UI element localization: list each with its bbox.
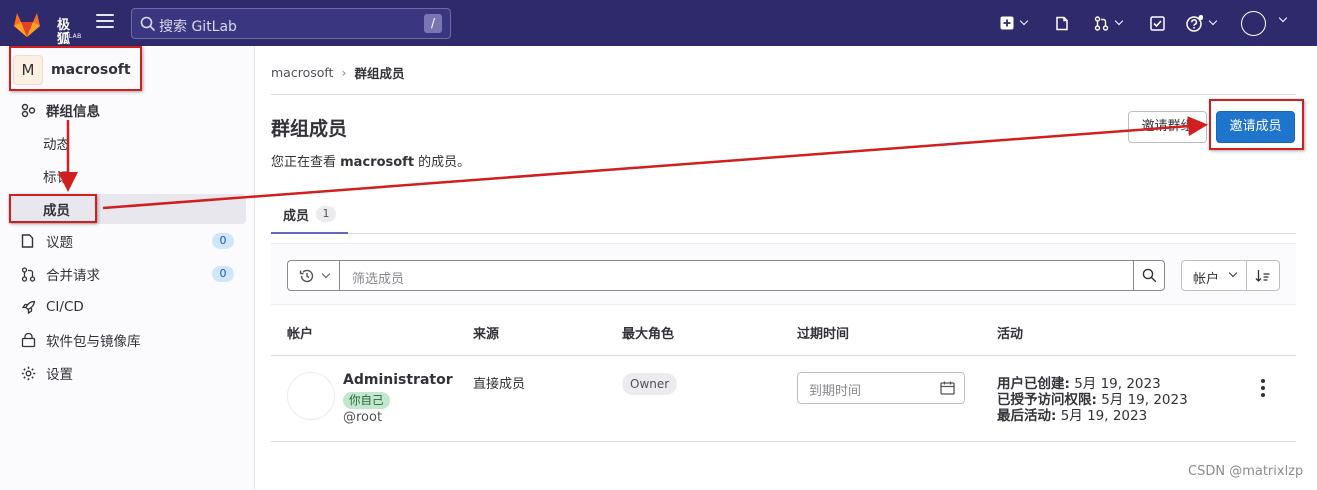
member-username: @root bbox=[343, 410, 383, 425]
sort-dropdown[interactable]: 帐户 bbox=[1181, 260, 1280, 291]
breadcrumb: macrosoft › 群组成员 bbox=[271, 63, 404, 82]
search-icon bbox=[140, 16, 156, 32]
sidebar-item-label: 议题 bbox=[46, 235, 73, 251]
sidebar-item-label: 软件包与镜像库 bbox=[46, 334, 141, 350]
top-navbar: 极狐 GITLAB 搜索 GitLab / bbox=[0, 0, 1317, 47]
rocket-icon bbox=[20, 299, 36, 315]
expiration-placeholder: 到期时间 bbox=[809, 384, 862, 399]
more-actions-icon[interactable] bbox=[1260, 379, 1266, 397]
column-header-max-role[interactable]: 最大角色 bbox=[622, 323, 674, 342]
search-placeholder: 搜索 GitLab bbox=[159, 19, 237, 35]
gitlab-logo[interactable]: 极狐 GITLAB bbox=[12, 9, 81, 47]
sidebar-item-packages[interactable]: 软件包与镜像库 bbox=[8, 325, 246, 355]
merge-request-icon bbox=[1094, 15, 1109, 31]
sidebar-item-cicd[interactable]: CI/CD bbox=[8, 292, 246, 322]
column-header-account[interactable]: 帐户 bbox=[287, 323, 313, 342]
avatar[interactable] bbox=[287, 372, 335, 420]
gear-icon bbox=[20, 365, 36, 381]
desc-suffix: 的成员。 bbox=[414, 155, 471, 170]
group-info-icon bbox=[20, 102, 36, 118]
issues-icon bbox=[1056, 16, 1068, 30]
tab-label: 成员 bbox=[283, 208, 310, 224]
breadcrumb-group-link[interactable]: macrosoft bbox=[271, 65, 333, 80]
sidebar-item-label: 动态 bbox=[43, 137, 70, 153]
annotation-box-invite bbox=[1209, 99, 1304, 150]
activity-last-value: 5月 19, 2023 bbox=[1060, 408, 1148, 424]
merge-request-icon bbox=[20, 266, 36, 282]
help-dropdown[interactable] bbox=[1186, 13, 1218, 33]
activity-last-label: 最后活动: bbox=[997, 408, 1057, 424]
invite-group-button[interactable]: 邀请群组 bbox=[1128, 111, 1207, 143]
sidebar-item-labels[interactable]: 标记 bbox=[8, 161, 246, 191]
sidebar-item-label: 合并请求 bbox=[46, 268, 100, 284]
breadcrumb-current[interactable]: 群组成员 bbox=[354, 63, 404, 82]
divider bbox=[271, 94, 1296, 95]
column-header-activity: 活动 bbox=[997, 327, 1024, 342]
filter-bar: 筛选成员 帐户 bbox=[271, 243, 1296, 305]
tab-members[interactable]: 成员 1 bbox=[271, 196, 348, 234]
annotation-arrow-to-invite bbox=[102, 116, 1208, 210]
filter-placeholder: 筛选成员 bbox=[352, 272, 405, 287]
page-description: 您正在查看 macrosoft 的成员。 bbox=[271, 151, 470, 170]
sidebar-item-label: CI/CD bbox=[46, 299, 84, 315]
sort-direction-button[interactable] bbox=[1246, 261, 1279, 290]
merge-requests-dropdown[interactable] bbox=[1094, 13, 1124, 33]
chevron-down-icon bbox=[1228, 268, 1238, 278]
table-divider bbox=[271, 441, 1296, 442]
fox-logo-icon bbox=[14, 13, 40, 37]
todo-icon bbox=[1150, 15, 1165, 31]
its-you-badge: 你自己 bbox=[343, 392, 390, 409]
issues-count-badge: 0 bbox=[212, 233, 234, 249]
search-shortcut-key: / bbox=[424, 14, 442, 33]
user-avatar-icon[interactable] bbox=[1241, 11, 1266, 36]
table-divider bbox=[271, 355, 1296, 356]
sidebar-item-activity[interactable]: 动态 bbox=[8, 128, 246, 158]
plus-square-icon bbox=[1000, 16, 1014, 30]
help-icon bbox=[1186, 14, 1203, 32]
sort-label: 帐户 bbox=[1193, 272, 1220, 287]
desc-group-name: macrosoft bbox=[340, 155, 415, 170]
brand-sub: GITLAB bbox=[57, 33, 82, 40]
tab-count-badge: 1 bbox=[316, 206, 337, 222]
activity-last: 最后活动: 5月 19, 2023 bbox=[997, 404, 1147, 424]
sidebar-item-merge-requests[interactable]: 合并请求 0 bbox=[8, 259, 246, 289]
sidebar-item-label: 群组信息 bbox=[46, 104, 100, 120]
expiration-date-picker[interactable]: 到期时间 bbox=[797, 372, 965, 404]
breadcrumb-separator: › bbox=[341, 65, 347, 80]
todos-shortcut[interactable] bbox=[1150, 13, 1165, 33]
member-source: 直接成员 bbox=[473, 377, 526, 392]
chevron-down-icon[interactable] bbox=[1278, 13, 1288, 23]
desc-prefix: 您正在查看 bbox=[271, 155, 341, 170]
filter-search-button[interactable] bbox=[1133, 261, 1164, 290]
sidebar-item-settings[interactable]: 设置 bbox=[8, 358, 246, 388]
page-title: 群组成员 bbox=[271, 118, 348, 140]
calendar-icon bbox=[940, 381, 955, 395]
chevron-down-icon bbox=[321, 269, 330, 278]
sidebar-item-group-info[interactable]: 群组信息 bbox=[8, 95, 246, 125]
column-header-expiration: 过期时间 bbox=[797, 327, 850, 342]
merge-requests-count-badge: 0 bbox=[212, 266, 234, 282]
issues-shortcut[interactable] bbox=[1055, 13, 1070, 33]
role-badge: Owner bbox=[622, 373, 678, 395]
annotation-box-group bbox=[9, 46, 142, 91]
sidebar-item-label: 标记 bbox=[43, 170, 70, 186]
sidebar-item-issues[interactable]: 议题 0 bbox=[8, 226, 246, 256]
recent-searches-dropdown[interactable] bbox=[288, 261, 340, 290]
tabs-divider bbox=[271, 233, 1296, 234]
sidebar: M macrosoft 群组信息 动态 标记 成员 议题 0 合并请求 0 CI… bbox=[0, 46, 255, 490]
history-icon bbox=[299, 269, 313, 282]
search-input[interactable]: 搜索 GitLab / bbox=[131, 8, 451, 39]
package-icon bbox=[20, 332, 36, 348]
watermark: CSDN @matrixlzp bbox=[1188, 464, 1304, 479]
member-name[interactable]: Administrator bbox=[343, 372, 453, 388]
sidebar-item-label: 设置 bbox=[46, 367, 73, 383]
column-header-source: 来源 bbox=[473, 327, 500, 342]
issues-icon bbox=[20, 233, 36, 249]
create-new-dropdown[interactable] bbox=[1000, 13, 1029, 33]
annotation-box-members bbox=[9, 194, 97, 223]
sort-lowest-icon bbox=[1255, 269, 1270, 282]
search-icon bbox=[1142, 268, 1156, 283]
menu-icon[interactable] bbox=[96, 14, 114, 30]
filter-members-input[interactable]: 筛选成员 bbox=[287, 260, 1165, 291]
